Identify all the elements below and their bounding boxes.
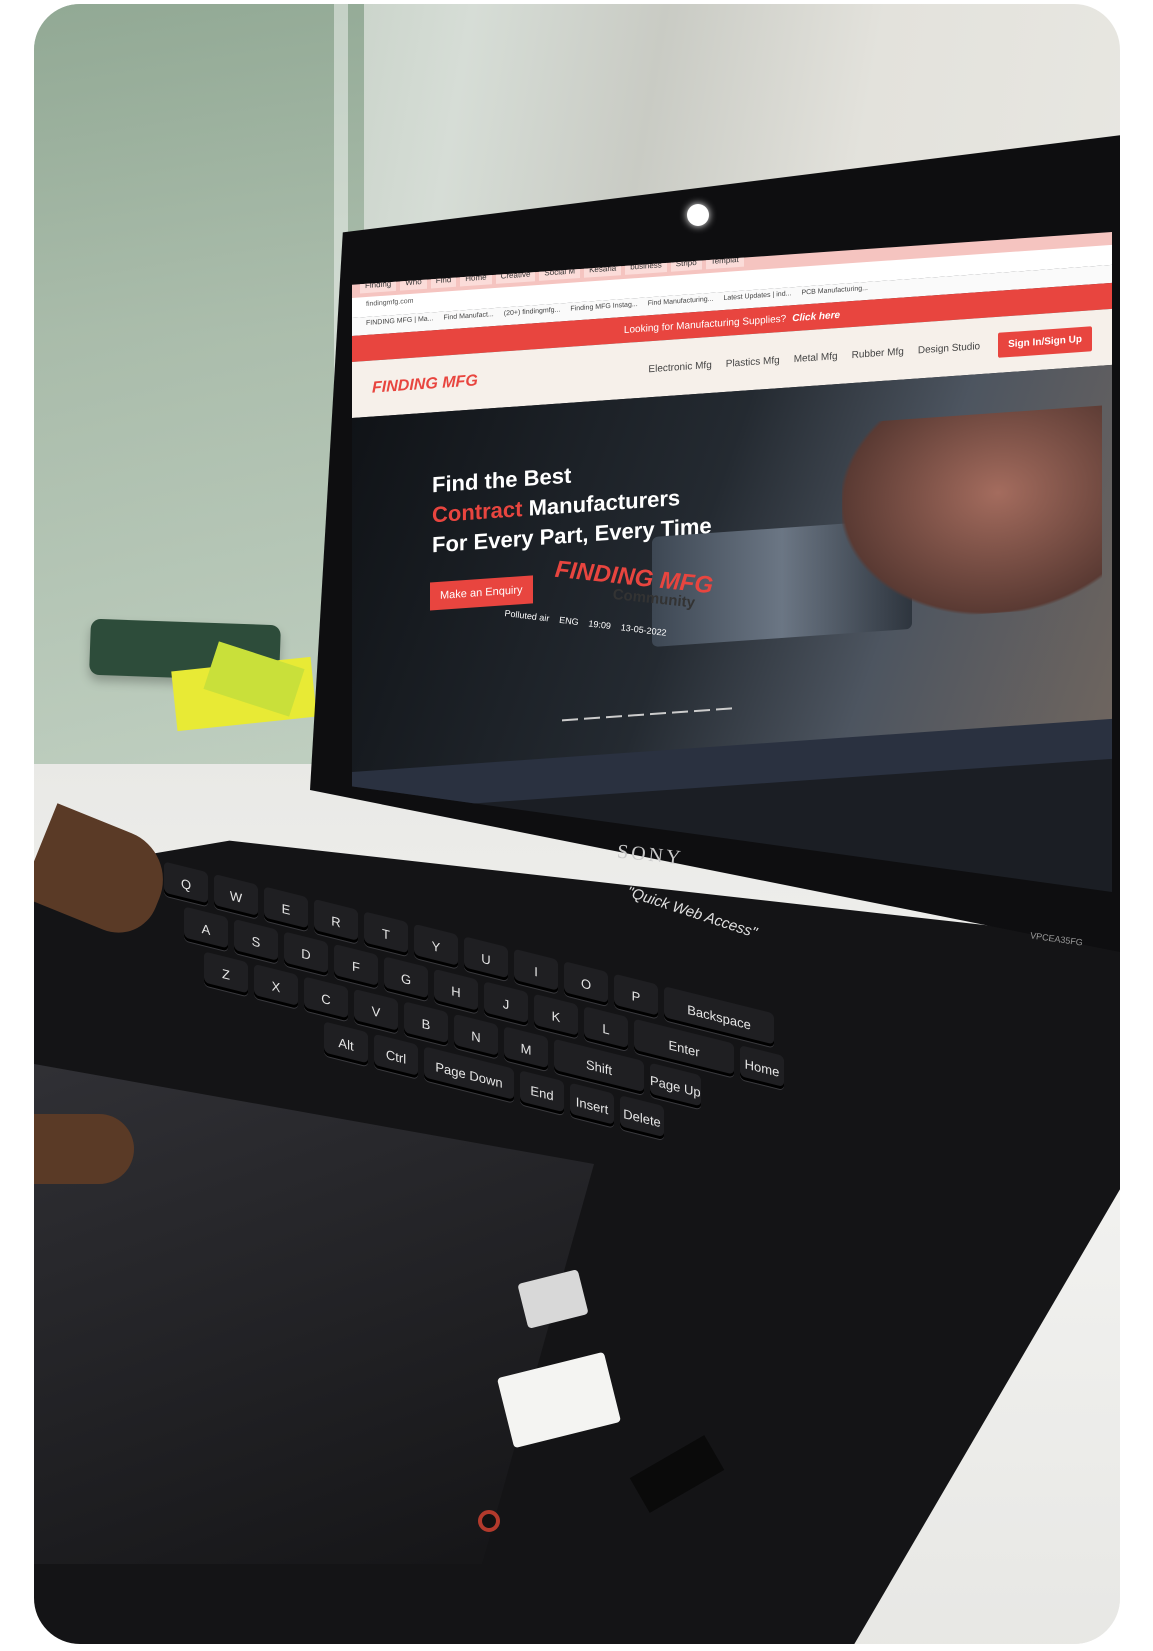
key[interactable]: F [334,943,378,989]
nav-link-metal[interactable]: Metal Mfg [794,351,838,365]
end-key[interactable]: End [520,1070,564,1116]
hero-accent: Contract [432,496,523,528]
carousel-dot[interactable] [562,718,578,722]
hero-banner: Find the Best Contract Manufacturers For… [352,364,1112,778]
promo-text: Looking for Manufacturing Supplies? [623,313,787,336]
key[interactable]: Z [204,951,248,997]
enquiry-button[interactable]: Make an Enquiry [430,575,533,611]
key[interactable]: A [184,906,228,952]
ctrl-key[interactable]: Ctrl [374,1033,418,1079]
bookmark[interactable]: Latest Updates | ind... [723,290,791,307]
key[interactable]: J [484,981,528,1027]
promo-link[interactable]: Click here [792,309,840,323]
carousel-dots [562,707,732,722]
key[interactable]: C [304,976,348,1022]
nav-link-rubber[interactable]: Rubber Mfg [852,346,904,361]
sign-in-button[interactable]: Sign In/Sign Up [998,325,1092,358]
key[interactable]: D [284,931,328,977]
hand [34,1114,134,1184]
carousel-dot[interactable] [606,715,622,719]
key[interactable]: S [234,918,278,964]
hand-image [842,405,1102,624]
carousel-dot[interactable] [694,708,710,713]
bookmark[interactable]: Finding MFG Instag... [570,301,637,318]
carousel-dot[interactable] [584,716,600,720]
nav-link-electronic[interactable]: Electronic Mfg [648,359,711,374]
page-up-key[interactable]: Page Up [650,1062,701,1110]
home-key[interactable]: Home [740,1045,784,1091]
bookmark[interactable]: FINDING MFG | Ma... [366,315,434,332]
key[interactable]: M [504,1026,548,1072]
key[interactable]: K [534,993,578,1039]
carousel-dot[interactable] [716,707,732,711]
key[interactable]: B [404,1001,448,1047]
nav-link-design-studio[interactable]: Design Studio [918,341,980,356]
alt-key[interactable]: Alt [324,1021,368,1067]
webcam-icon [687,204,709,226]
bookmark[interactable]: PCB Manufacturing... [801,285,868,302]
bookmark[interactable]: (20+) findingmfg... [504,306,561,322]
carousel-dot[interactable] [672,710,688,714]
key[interactable]: V [354,988,398,1034]
key[interactable]: N [454,1013,498,1059]
laptop-screen: Finding Who Find Home Creative Social M … [352,232,1112,892]
nav-link-plastics[interactable]: Plastics Mfg [726,355,780,370]
photo: Finding Who Find Home Creative Social M … [34,4,1120,1644]
delete-key[interactable]: Delete [620,1095,664,1141]
key[interactable]: X [254,963,298,1009]
site-logo[interactable]: FINDING MFG [372,372,478,397]
key[interactable]: H [434,968,478,1014]
carousel-dot[interactable] [628,713,644,717]
audio-jack [478,1510,500,1532]
carousel-dot[interactable] [650,712,666,716]
bookmark[interactable]: Find Manufacturing... [648,296,714,313]
insert-key[interactable]: Insert [570,1082,614,1128]
bookmark[interactable]: Find Manufact... [444,311,494,327]
key[interactable]: L [584,1006,628,1052]
key[interactable]: G [384,956,428,1002]
